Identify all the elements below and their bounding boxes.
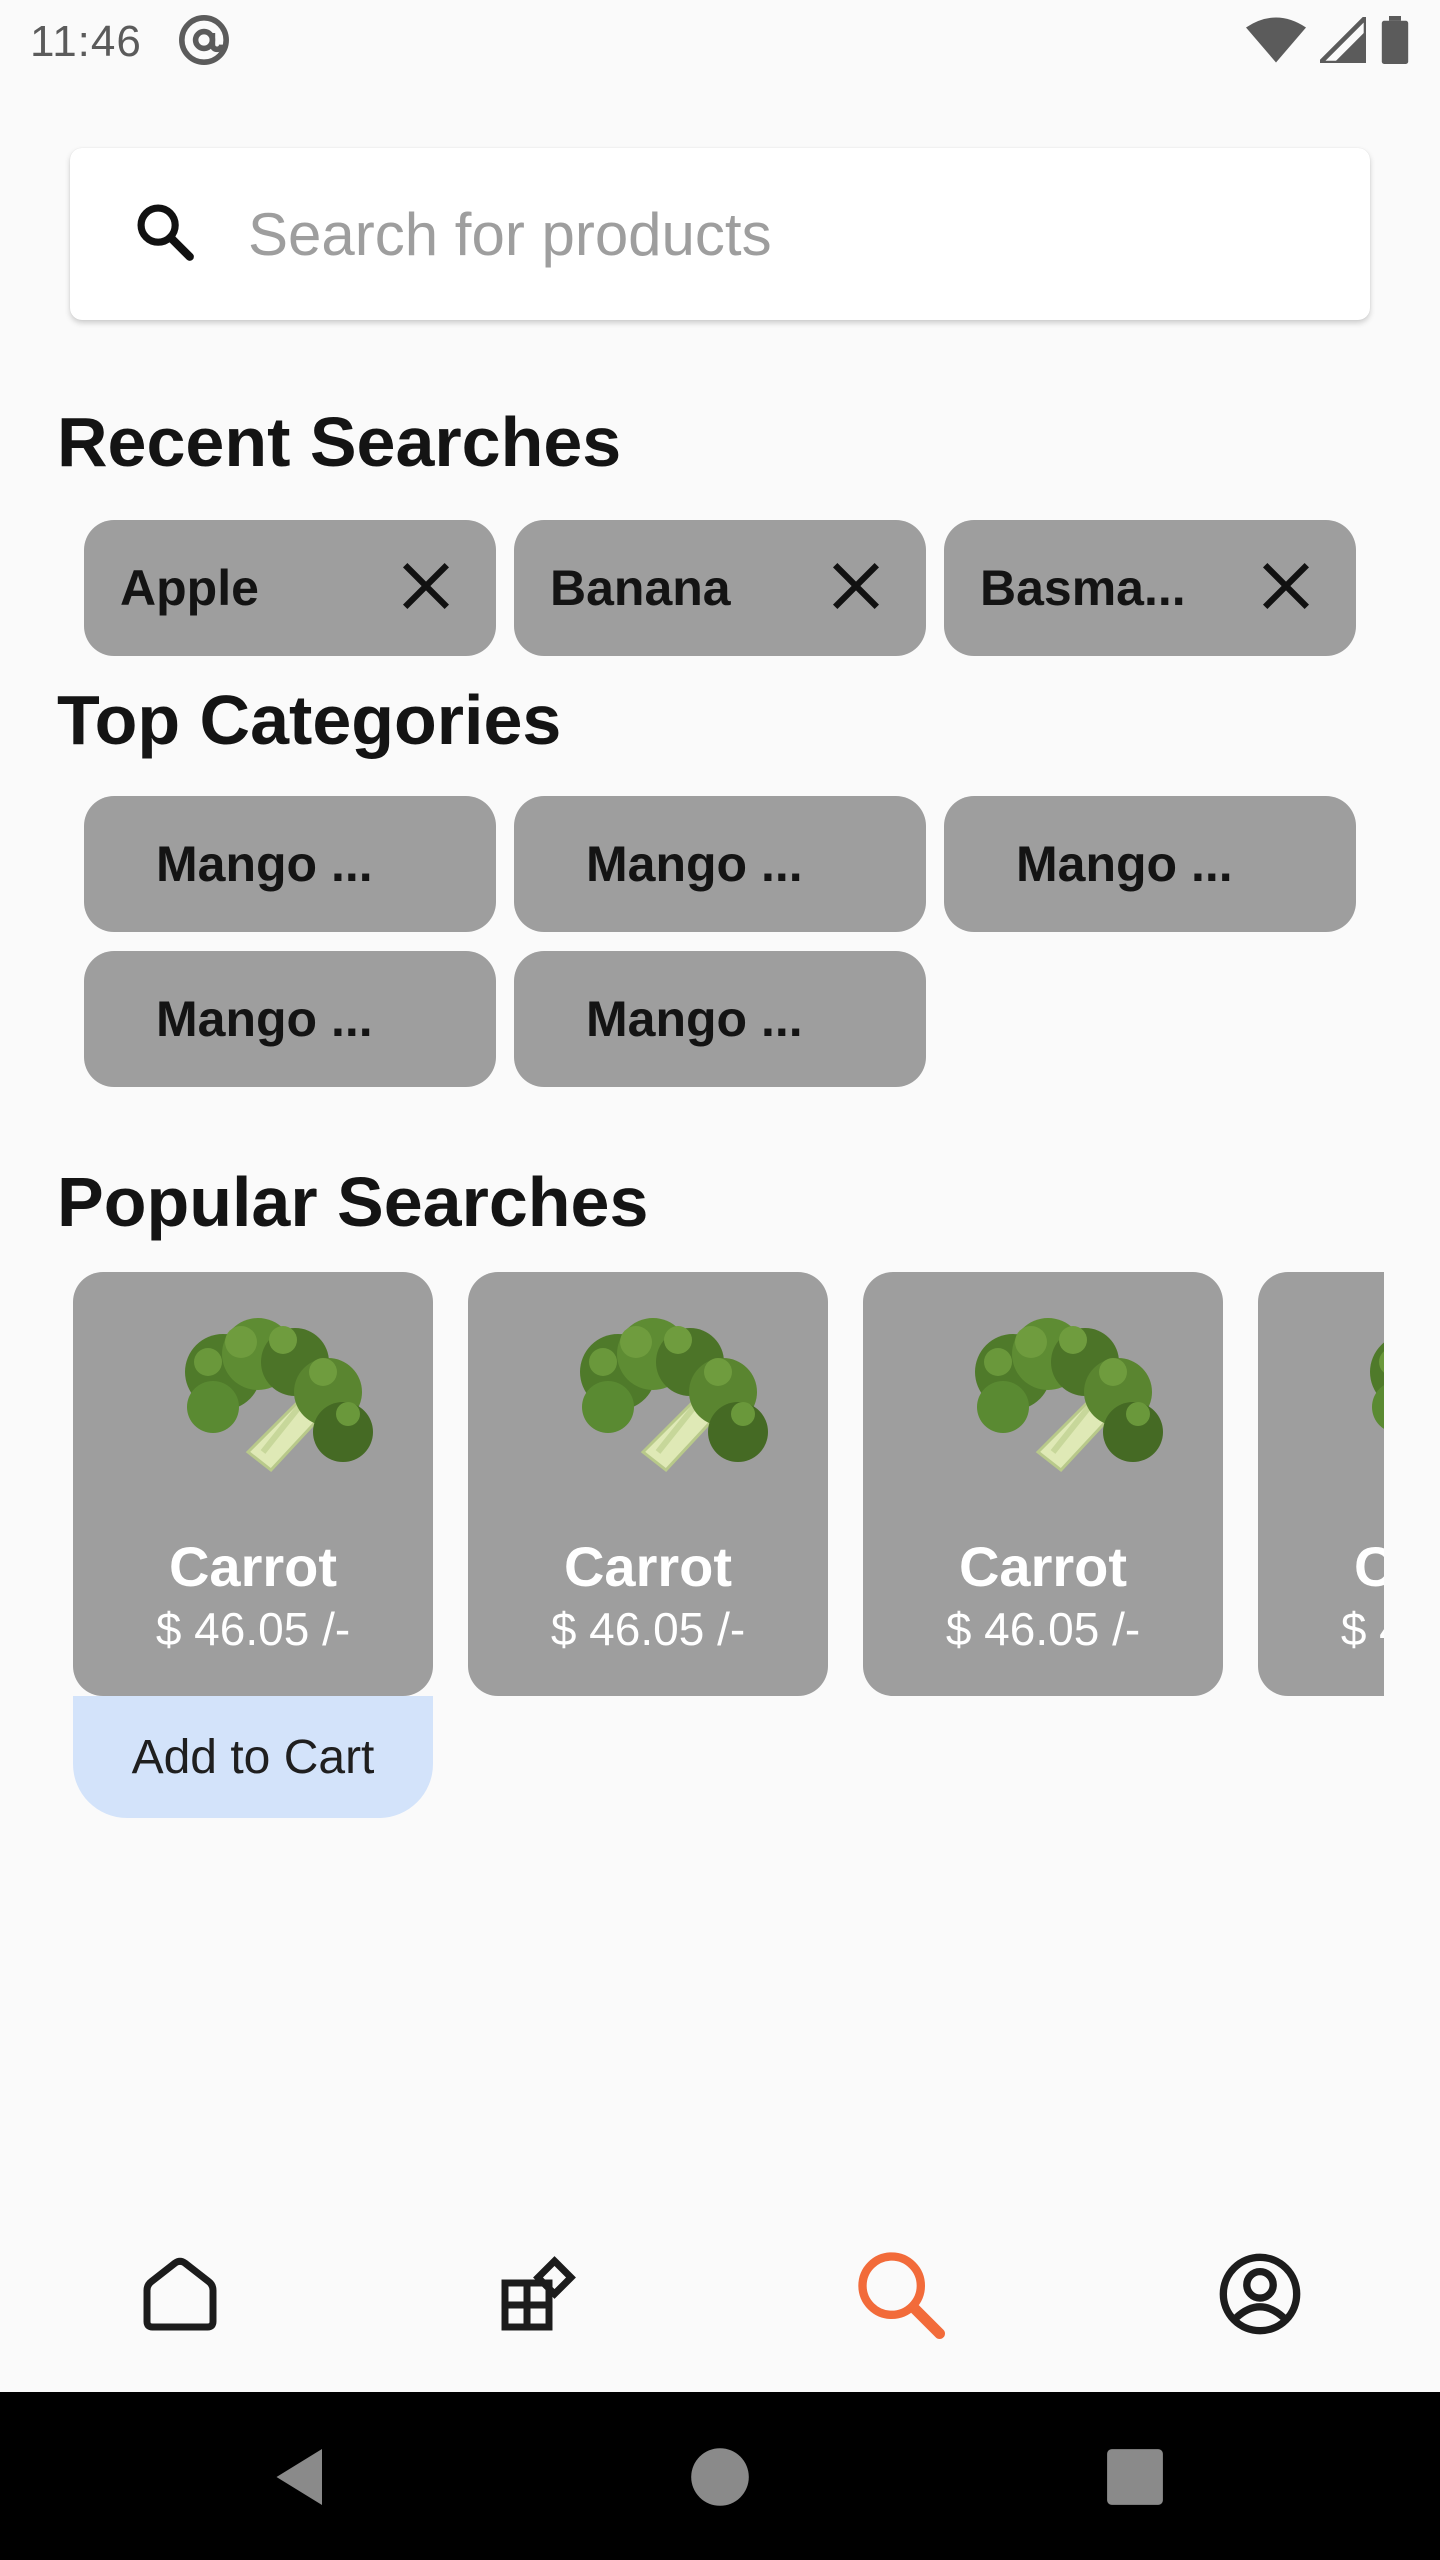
account-icon [1216, 2250, 1304, 2343]
chip-label: Mango ... [586, 991, 803, 1047]
search-bar[interactable] [70, 148, 1370, 320]
product-price: $ 46.05 /- [945, 1603, 1141, 1655]
product-name: Carrot [958, 1535, 1128, 1598]
recents-icon[interactable] [1090, 2432, 1180, 2522]
back-icon[interactable] [256, 2432, 346, 2522]
product-card[interactable]: Carrot $ 46.05 /- [468, 1272, 828, 1696]
recent-search-chip-basmati[interactable]: Basma... [944, 520, 1356, 656]
product-name: Carrot [1353, 1535, 1384, 1598]
battery-icon [1380, 15, 1410, 69]
product-name: Carrot [563, 1535, 733, 1598]
chip-label: Basma... [980, 560, 1186, 616]
nav-categories[interactable] [478, 2236, 598, 2356]
product-card[interactable]: Carrot $ 46.05 /- [863, 1272, 1223, 1696]
status-time: 11:46 [30, 17, 142, 66]
nav-search[interactable] [840, 2236, 960, 2356]
top-categories-title: Top Categories [57, 681, 562, 759]
wifi-icon [1246, 17, 1306, 68]
search-icon [132, 199, 198, 270]
search-icon [850, 2244, 950, 2349]
broccoli-image [943, 1302, 1183, 1482]
product-card[interactable]: Carrot $ 46.05 /- [1258, 1272, 1384, 1696]
close-icon[interactable] [400, 560, 452, 617]
nav-account[interactable] [1200, 2236, 1320, 2356]
recent-searches-title: Recent Searches [57, 403, 622, 481]
status-left: 11:46 [30, 12, 232, 73]
broccoli-image [548, 1302, 788, 1482]
category-chip[interactable]: Mango ... [84, 796, 496, 932]
recent-search-chip-apple[interactable]: Apple [84, 520, 496, 656]
system-navigation-bar [0, 2392, 1440, 2560]
chip-label: Banana [550, 560, 731, 616]
chip-label: Mango ... [156, 836, 373, 892]
chip-label: Apple [120, 560, 259, 616]
recent-search-chip-banana[interactable]: Banana [514, 520, 926, 656]
chip-label: Mango ... [586, 836, 803, 892]
product-price: $ 46.05 /- [550, 1603, 746, 1655]
at-sign-icon [176, 12, 232, 73]
product-price: $ 46.05 /- [155, 1603, 351, 1655]
chip-label: Mango ... [156, 991, 373, 1047]
product-name: Carrot [168, 1535, 338, 1598]
add-to-cart-button[interactable]: Add to Cart [73, 1696, 433, 1818]
broccoli-image [1338, 1302, 1384, 1482]
product-card[interactable]: Carrot $ 46.05 /- [73, 1272, 433, 1696]
close-icon[interactable] [1260, 560, 1312, 617]
chip-label: Mango ... [1016, 836, 1233, 892]
close-icon[interactable] [830, 560, 882, 617]
bottom-navigation [0, 2200, 1440, 2390]
broccoli-image [153, 1302, 393, 1482]
home-icon [136, 2250, 224, 2343]
categories-icon [494, 2250, 582, 2343]
status-right [1246, 10, 1410, 69]
search-input[interactable] [248, 199, 1248, 269]
category-chip[interactable]: Mango ... [944, 796, 1356, 932]
category-chip[interactable]: Mango ... [514, 796, 926, 932]
home-circle-icon[interactable] [675, 2432, 765, 2522]
popular-searches-title: Popular Searches [57, 1163, 649, 1241]
nav-home[interactable] [120, 2236, 240, 2356]
category-chip[interactable]: Mango ... [84, 951, 496, 1087]
category-chip[interactable]: Mango ... [514, 951, 926, 1087]
status-bar: 11:46 [0, 0, 1440, 84]
product-price: $ 46.05 /- [1340, 1603, 1384, 1655]
signal-icon [1314, 10, 1369, 68]
